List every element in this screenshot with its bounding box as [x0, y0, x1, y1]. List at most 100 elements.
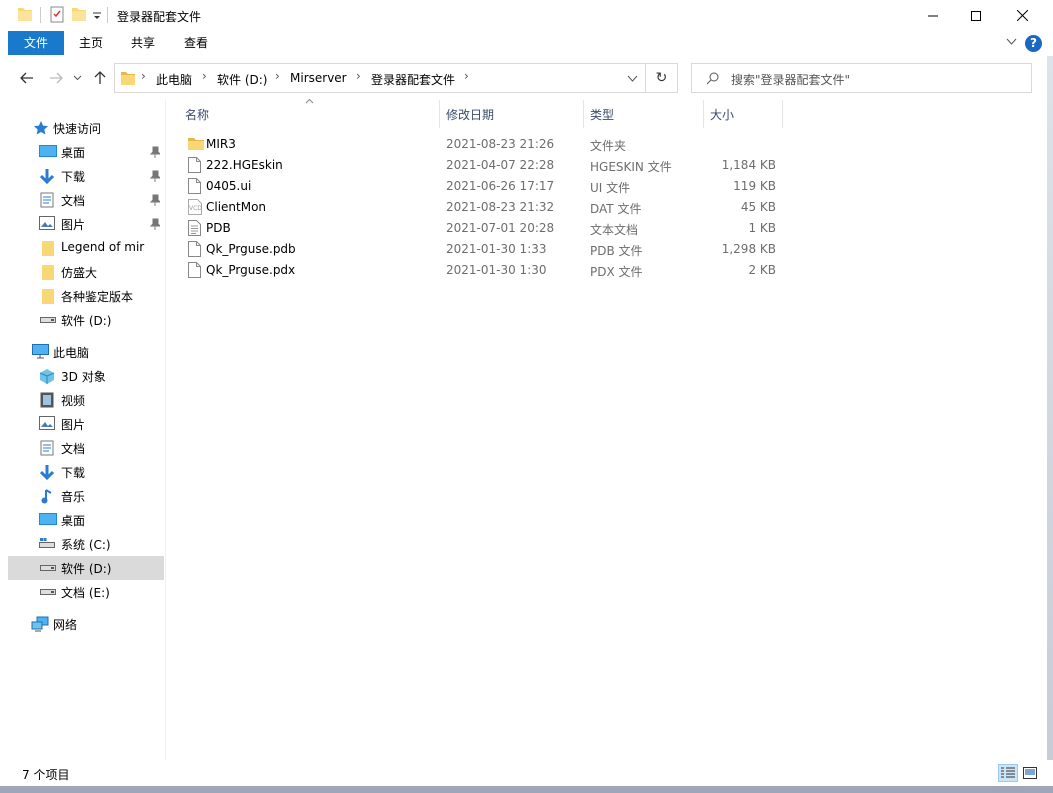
recent-locations-button[interactable] — [71, 69, 83, 87]
sidebar-item-documents[interactable]: 文档 — [8, 188, 164, 212]
forward-button[interactable] — [47, 69, 65, 87]
sidebar-item-legend-of-mir[interactable]: Legend of mir — [8, 236, 164, 260]
breadcrumb-drive-d[interactable]: 软件 (D:) — [217, 71, 267, 88]
text-file-icon — [188, 220, 201, 236]
close-button[interactable] — [999, 0, 1045, 31]
pin-icon[interactable] — [150, 170, 160, 182]
drive-icon — [39, 538, 55, 548]
status-bar: 7 个项目 — [0, 760, 1053, 786]
sidebar-item-drive-d[interactable]: 软件 (D:) — [8, 556, 164, 580]
sidebar-item-desktop-pc[interactable]: 桌面 — [8, 508, 164, 532]
folder-icon — [42, 241, 54, 256]
tab-file[interactable]: 文件 — [8, 31, 64, 55]
sidebar-item-pictures-pc[interactable]: 图片 — [8, 412, 164, 436]
search-box[interactable]: 搜索"登录器配套文件" — [691, 63, 1032, 93]
sidebar-item-downloads-pc[interactable]: 下载 — [8, 460, 164, 484]
properties-icon[interactable] — [49, 6, 65, 24]
sidebar-item-downloads[interactable]: 下载 — [8, 164, 164, 188]
sidebar-item-network[interactable]: 网络 — [8, 612, 164, 636]
tab-home[interactable]: 主页 — [64, 31, 118, 55]
sidebar-item-drive-c[interactable]: 系统 (C:) — [8, 532, 164, 556]
pin-icon[interactable] — [150, 194, 160, 206]
sidebar-item-videos[interactable]: 视频 — [8, 388, 164, 412]
breadcrumb-this-pc[interactable]: 此电脑 — [156, 71, 192, 88]
sidebar-item-documents-pc[interactable]: 文档 — [8, 436, 164, 460]
back-button[interactable] — [18, 69, 36, 87]
table-row[interactable]: VCD ClientMon 2021-08-23 21:32 DAT 文件 45… — [185, 197, 785, 218]
sidebar-item-music[interactable]: 音乐 — [8, 484, 164, 508]
dat-file-icon: VCD — [188, 199, 202, 215]
sidebar-item-drive-e[interactable]: 文档 (E:) — [8, 580, 164, 604]
column-header-date[interactable]: 修改日期 — [446, 106, 494, 123]
breadcrumb-separator[interactable]: › — [464, 69, 469, 83]
sidebar-item-3d-objects[interactable]: 3D 对象 — [8, 364, 164, 388]
breadcrumb-separator[interactable]: › — [356, 69, 361, 83]
up-button[interactable] — [91, 69, 109, 87]
breadcrumb-mirserver[interactable]: Mirserver — [290, 71, 347, 85]
expand-ribbon-icon[interactable] — [1006, 38, 1017, 46]
column-divider[interactable] — [782, 100, 783, 128]
breadcrumb-separator[interactable]: › — [202, 69, 207, 83]
column-divider[interactable] — [439, 100, 440, 128]
document-icon — [40, 192, 54, 208]
breadcrumb-current-folder[interactable]: 登录器配套文件 — [371, 71, 455, 88]
svg-text:VCD: VCD — [189, 205, 202, 212]
table-row[interactable]: 222.HGEskin 2021-04-07 22:28 HGESKIN 文件 … — [185, 155, 785, 176]
sort-ascending-icon — [305, 98, 314, 104]
refresh-button[interactable]: ↻ — [646, 63, 678, 93]
address-bar[interactable]: › 此电脑 › 软件 (D:) › Mirserver › 登录器配套文件 › — [114, 63, 646, 93]
maximize-button[interactable] — [953, 0, 999, 31]
table-row[interactable]: Qk_Prguse.pdb 2021-01-30 1:33 PDB 文件 1,2… — [185, 239, 785, 260]
picture-icon — [39, 216, 55, 230]
cube-icon — [39, 369, 55, 384]
pin-icon[interactable] — [150, 218, 160, 230]
folder-icon — [42, 265, 54, 280]
close-icon — [1016, 10, 1028, 21]
minimize-button[interactable] — [910, 0, 956, 31]
maximize-icon — [971, 10, 981, 21]
arrow-left-icon — [20, 72, 33, 84]
breadcrumb-separator[interactable]: › — [275, 69, 280, 83]
table-row[interactable]: PDB 2021-07-01 20:28 文本文档 1 KB — [185, 218, 785, 239]
download-icon — [39, 169, 55, 184]
drive-icon — [40, 317, 56, 323]
table-row[interactable]: MIR3 2021-08-23 21:26 文件夹 — [185, 134, 785, 155]
picture-icon — [39, 416, 55, 430]
column-header-name[interactable]: 名称 — [185, 106, 209, 123]
window-title: 登录器配套文件 — [117, 10, 202, 24]
sidebar-item-versions[interactable]: 各种鉴定版本 — [8, 284, 164, 308]
table-row[interactable]: 0405.ui 2021-06-26 17:17 UI 文件 119 KB — [185, 176, 785, 197]
background-window-edge — [1047, 56, 1053, 760]
desktop-background — [0, 786, 1053, 793]
tab-view[interactable]: 查看 — [170, 31, 222, 55]
sidebar-item-quick-access[interactable]: 快速访问 — [8, 116, 164, 140]
help-icon[interactable]: ? — [1025, 35, 1042, 52]
customize-qat-icon[interactable] — [92, 6, 102, 24]
table-row[interactable]: Qk_Prguse.pdx 2021-01-30 1:30 PDX 文件 2 K… — [185, 260, 785, 281]
address-dropdown-icon[interactable] — [627, 75, 638, 83]
sidebar-item-this-pc[interactable]: 此电脑 — [8, 340, 164, 364]
star-icon — [33, 121, 49, 135]
breadcrumb-separator[interactable]: › — [141, 69, 146, 83]
pin-icon[interactable] — [150, 146, 160, 158]
folder-icon — [121, 72, 135, 85]
sidebar-item-desktop[interactable]: 桌面 — [8, 140, 164, 164]
ribbon: 文件 主页 共享 查看 ? — [0, 31, 1053, 56]
details-view-icon — [1001, 767, 1015, 778]
column-header-type[interactable]: 类型 — [590, 106, 614, 123]
column-divider[interactable] — [703, 100, 704, 128]
file-icon — [188, 178, 201, 194]
column-header-size[interactable]: 大小 — [710, 106, 734, 123]
sidebar-item-fangshengda[interactable]: 仿盛大 — [8, 260, 164, 284]
file-icon — [188, 262, 201, 278]
tab-share[interactable]: 共享 — [118, 31, 168, 55]
music-icon — [41, 489, 52, 504]
new-folder-icon[interactable] — [71, 6, 87, 24]
details-view-button[interactable] — [998, 764, 1018, 782]
search-placeholder: 搜索"登录器配套文件" — [731, 73, 851, 87]
column-divider[interactable] — [583, 100, 584, 128]
sidebar-item-pictures[interactable]: 图片 — [8, 212, 164, 236]
sidebar-item-drive-d-quick[interactable]: 软件 (D:) — [8, 308, 164, 332]
folder-icon — [42, 289, 54, 304]
large-icons-view-button[interactable] — [1020, 764, 1040, 782]
